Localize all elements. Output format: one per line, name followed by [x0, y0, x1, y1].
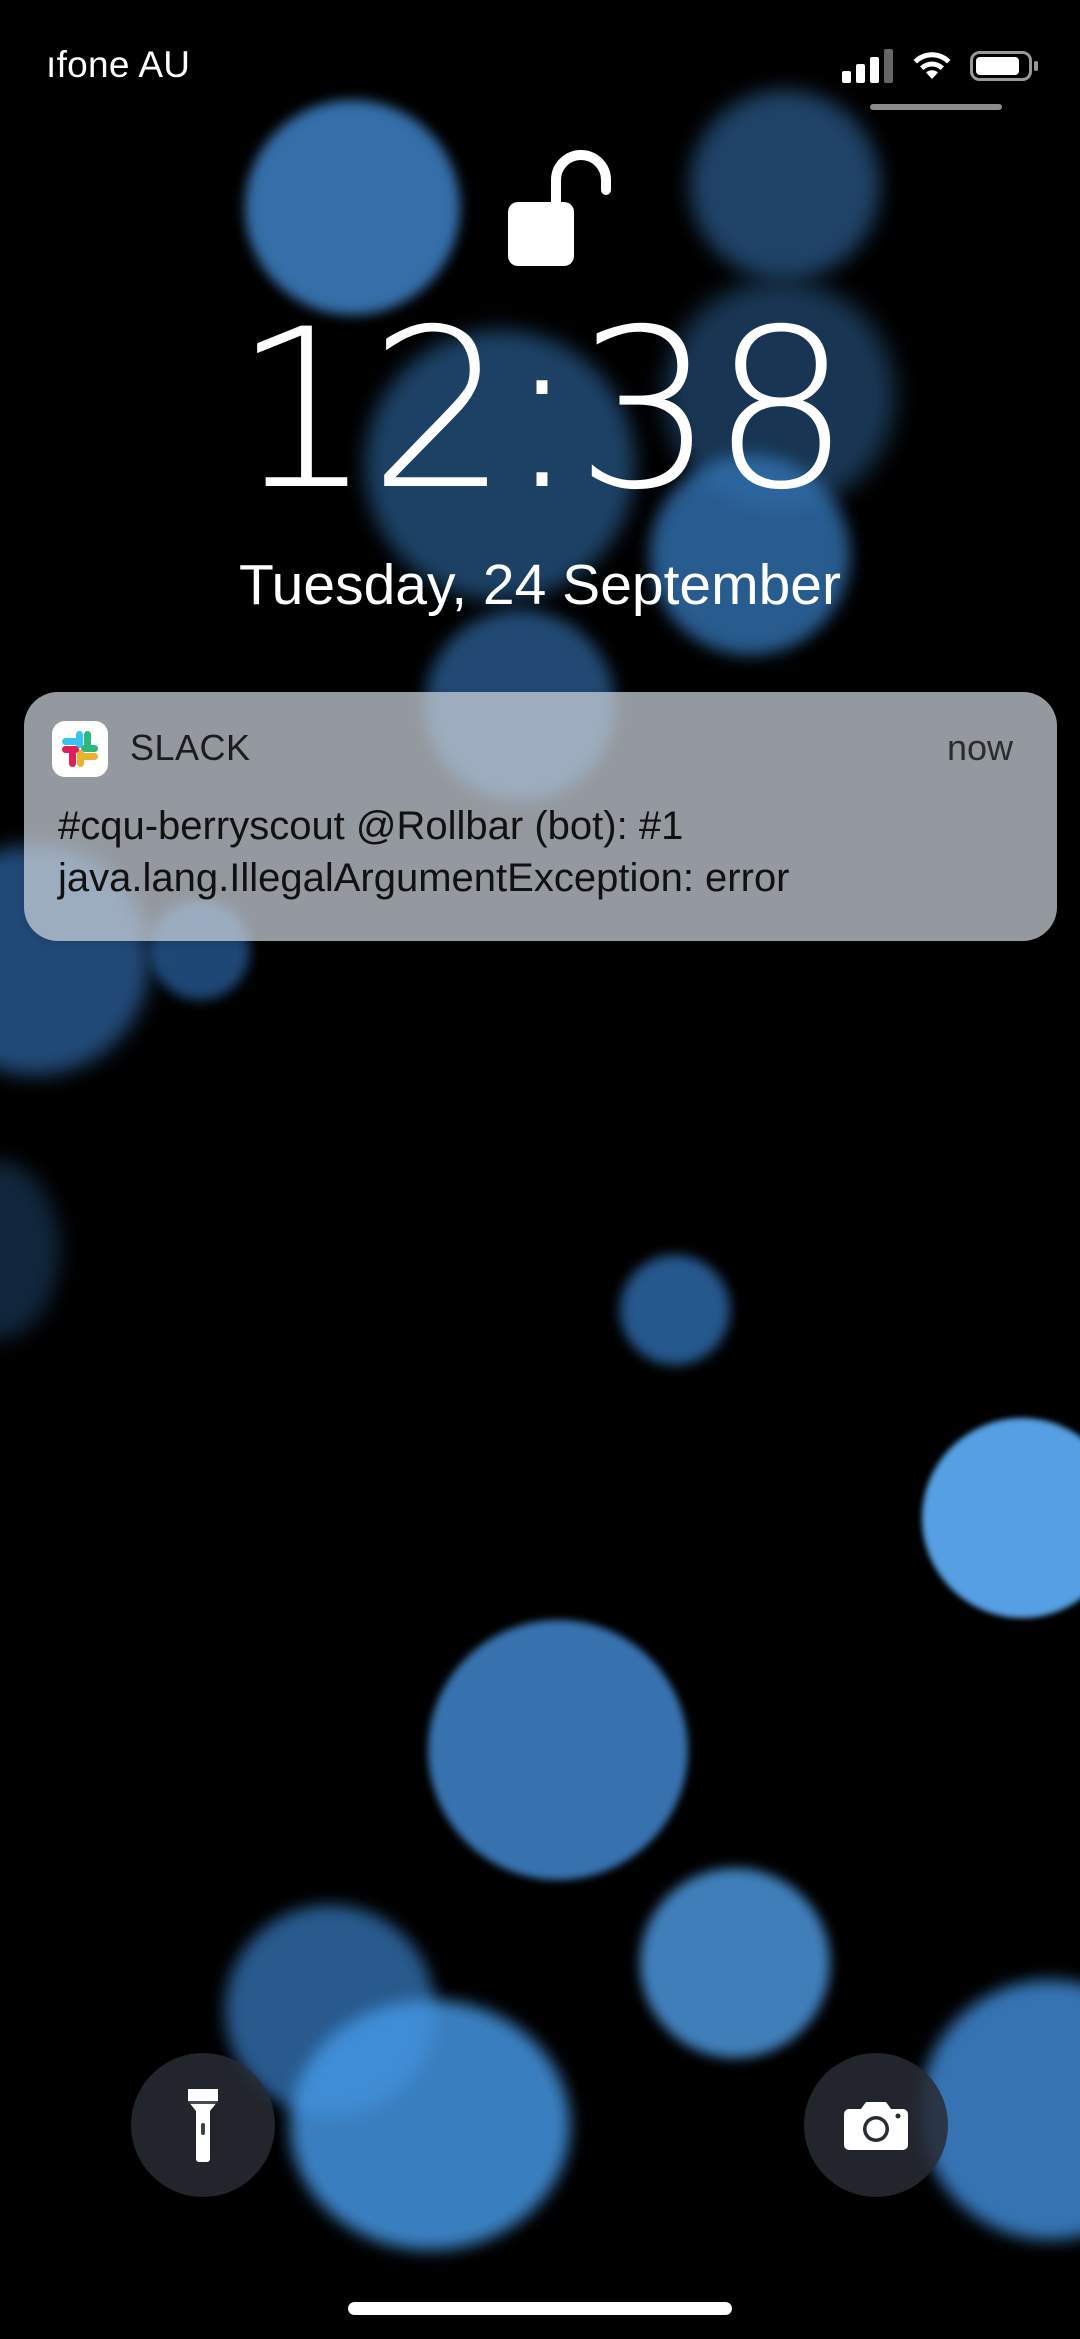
control-center-indicator[interactable] — [870, 104, 1002, 110]
lock-screen-time: 12:38 — [232, 282, 851, 538]
status-icons — [842, 44, 1040, 88]
slack-notification[interactable]: SLACK now #cqu-berryscout @Rollbar (bot)… — [24, 692, 1057, 941]
slack-logo-icon — [52, 721, 108, 777]
notification-body-line: #cqu-berryscout @Rollbar (bot): #1 — [58, 804, 684, 848]
notification-time: now — [946, 727, 1013, 768]
bokeh-circle — [922, 1418, 1080, 1618]
notification-app-name: SLACK — [130, 727, 251, 768]
status-bar: ıfone AU — [0, 0, 1080, 130]
flashlight-button[interactable] — [131, 2053, 275, 2197]
bokeh-circle — [0, 1160, 60, 1340]
lock-screen-date: Tuesday, 24 September — [238, 553, 841, 617]
camera-button[interactable] — [804, 2053, 948, 2197]
wifi-icon — [913, 52, 951, 79]
home-indicator[interactable] — [348, 2302, 732, 2315]
notification-body-line: java.lang.IllegalArgumentException: erro… — [58, 856, 790, 900]
camera-icon — [844, 2102, 908, 2150]
cellular-signal-icon — [842, 49, 893, 83]
unlocked-padlock-icon — [508, 150, 611, 266]
bokeh-circle — [620, 1255, 730, 1365]
bokeh-circle — [640, 1868, 830, 2058]
bokeh-circle — [428, 1620, 688, 1880]
flashlight-icon — [188, 2089, 218, 2162]
carrier-name: ıfone AU — [46, 44, 191, 85]
battery-icon — [970, 51, 1038, 81]
notification-body: #cqu-berryscout @Rollbar (bot): #1 java.… — [58, 800, 1018, 904]
bokeh-circle — [290, 2000, 570, 2250]
